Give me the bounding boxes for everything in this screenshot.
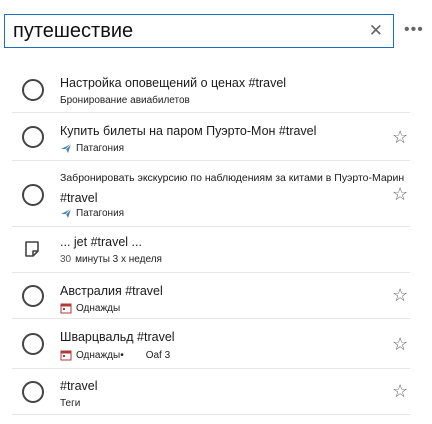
task-row[interactable]: Австралия #travel Однажды ☆ bbox=[12, 274, 410, 319]
calendar-icon bbox=[60, 350, 72, 361]
complete-checkbox[interactable] bbox=[22, 126, 44, 148]
star-icon[interactable]: ☆ bbox=[392, 382, 408, 400]
task-subtitle: Бронирование авиабилетов bbox=[60, 95, 190, 106]
task-list-label: Однажды bbox=[76, 302, 121, 314]
calendar-icon bbox=[60, 303, 72, 314]
task-row[interactable]: Шварцвальд #travel Однажды• Oaf 3 ☆ bbox=[12, 320, 410, 369]
task-list-label: Однажды• bbox=[76, 349, 124, 361]
star-icon[interactable]: ☆ bbox=[392, 185, 408, 203]
search-box: ✕ bbox=[4, 14, 394, 48]
star-icon[interactable]: ☆ bbox=[392, 335, 408, 353]
task-row[interactable]: ... jet #travel ... 30 минуты 3 х неделя bbox=[12, 228, 410, 273]
task-title: #travel bbox=[60, 379, 98, 393]
task-extra-label: Oaf 3 bbox=[145, 349, 171, 361]
star-icon[interactable]: ☆ bbox=[392, 286, 408, 304]
task-title: Забронировать экскурсию по наблюдениям з… bbox=[60, 172, 405, 184]
task-subtitle: Патагония bbox=[60, 207, 124, 219]
task-title: Австралия #travel bbox=[60, 284, 163, 298]
task-row[interactable]: Купить билеты на паром Пуэрто-Мон #trave… bbox=[12, 114, 410, 161]
note-icon bbox=[25, 241, 39, 257]
task-list-label: минуты 3 х неделя bbox=[75, 254, 162, 265]
task-title-line2: #travel bbox=[60, 191, 98, 205]
task-title: Настройка оповещений о ценах #travel bbox=[60, 76, 287, 90]
task-list-label: Бронирование авиабилетов bbox=[60, 95, 190, 106]
complete-checkbox[interactable] bbox=[22, 285, 44, 307]
task-subtitle: 30 минуты 3 х неделя bbox=[60, 254, 162, 265]
complete-checkbox[interactable] bbox=[22, 184, 44, 206]
close-icon[interactable]: ✕ bbox=[369, 21, 383, 41]
complete-checkbox[interactable] bbox=[22, 333, 44, 355]
task-subtitle: Теги bbox=[60, 398, 80, 409]
task-row[interactable]: #travel Теги ☆ bbox=[12, 370, 410, 415]
task-list-label: Теги bbox=[60, 398, 81, 409]
task-list-label: Патагония bbox=[76, 207, 125, 219]
task-row[interactable]: Настройка оповещений о ценах #travel Бро… bbox=[12, 68, 410, 113]
task-number: 30 bbox=[60, 254, 72, 265]
task-subtitle: Патагония bbox=[60, 142, 124, 154]
star-icon[interactable]: ☆ bbox=[392, 128, 408, 146]
complete-checkbox[interactable] bbox=[22, 79, 44, 101]
task-row[interactable]: Забронировать экскурсию по наблюдениям з… bbox=[12, 162, 410, 227]
more-icon[interactable]: ••• bbox=[404, 22, 424, 38]
task-list-label: Патагония bbox=[76, 142, 125, 154]
complete-checkbox[interactable] bbox=[22, 381, 44, 403]
airplane-icon bbox=[61, 208, 72, 218]
task-title: Шварцвальд #travel bbox=[60, 330, 175, 344]
task-title: ... jet #travel ... bbox=[60, 235, 142, 249]
task-subtitle: Однажды• Oaf 3 bbox=[60, 349, 170, 361]
task-title: Купить билеты на паром Пуэрто-Мон #trave… bbox=[60, 124, 317, 138]
airplane-icon bbox=[61, 143, 72, 153]
search-input[interactable] bbox=[13, 19, 353, 43]
task-subtitle: Однажды bbox=[60, 302, 120, 314]
